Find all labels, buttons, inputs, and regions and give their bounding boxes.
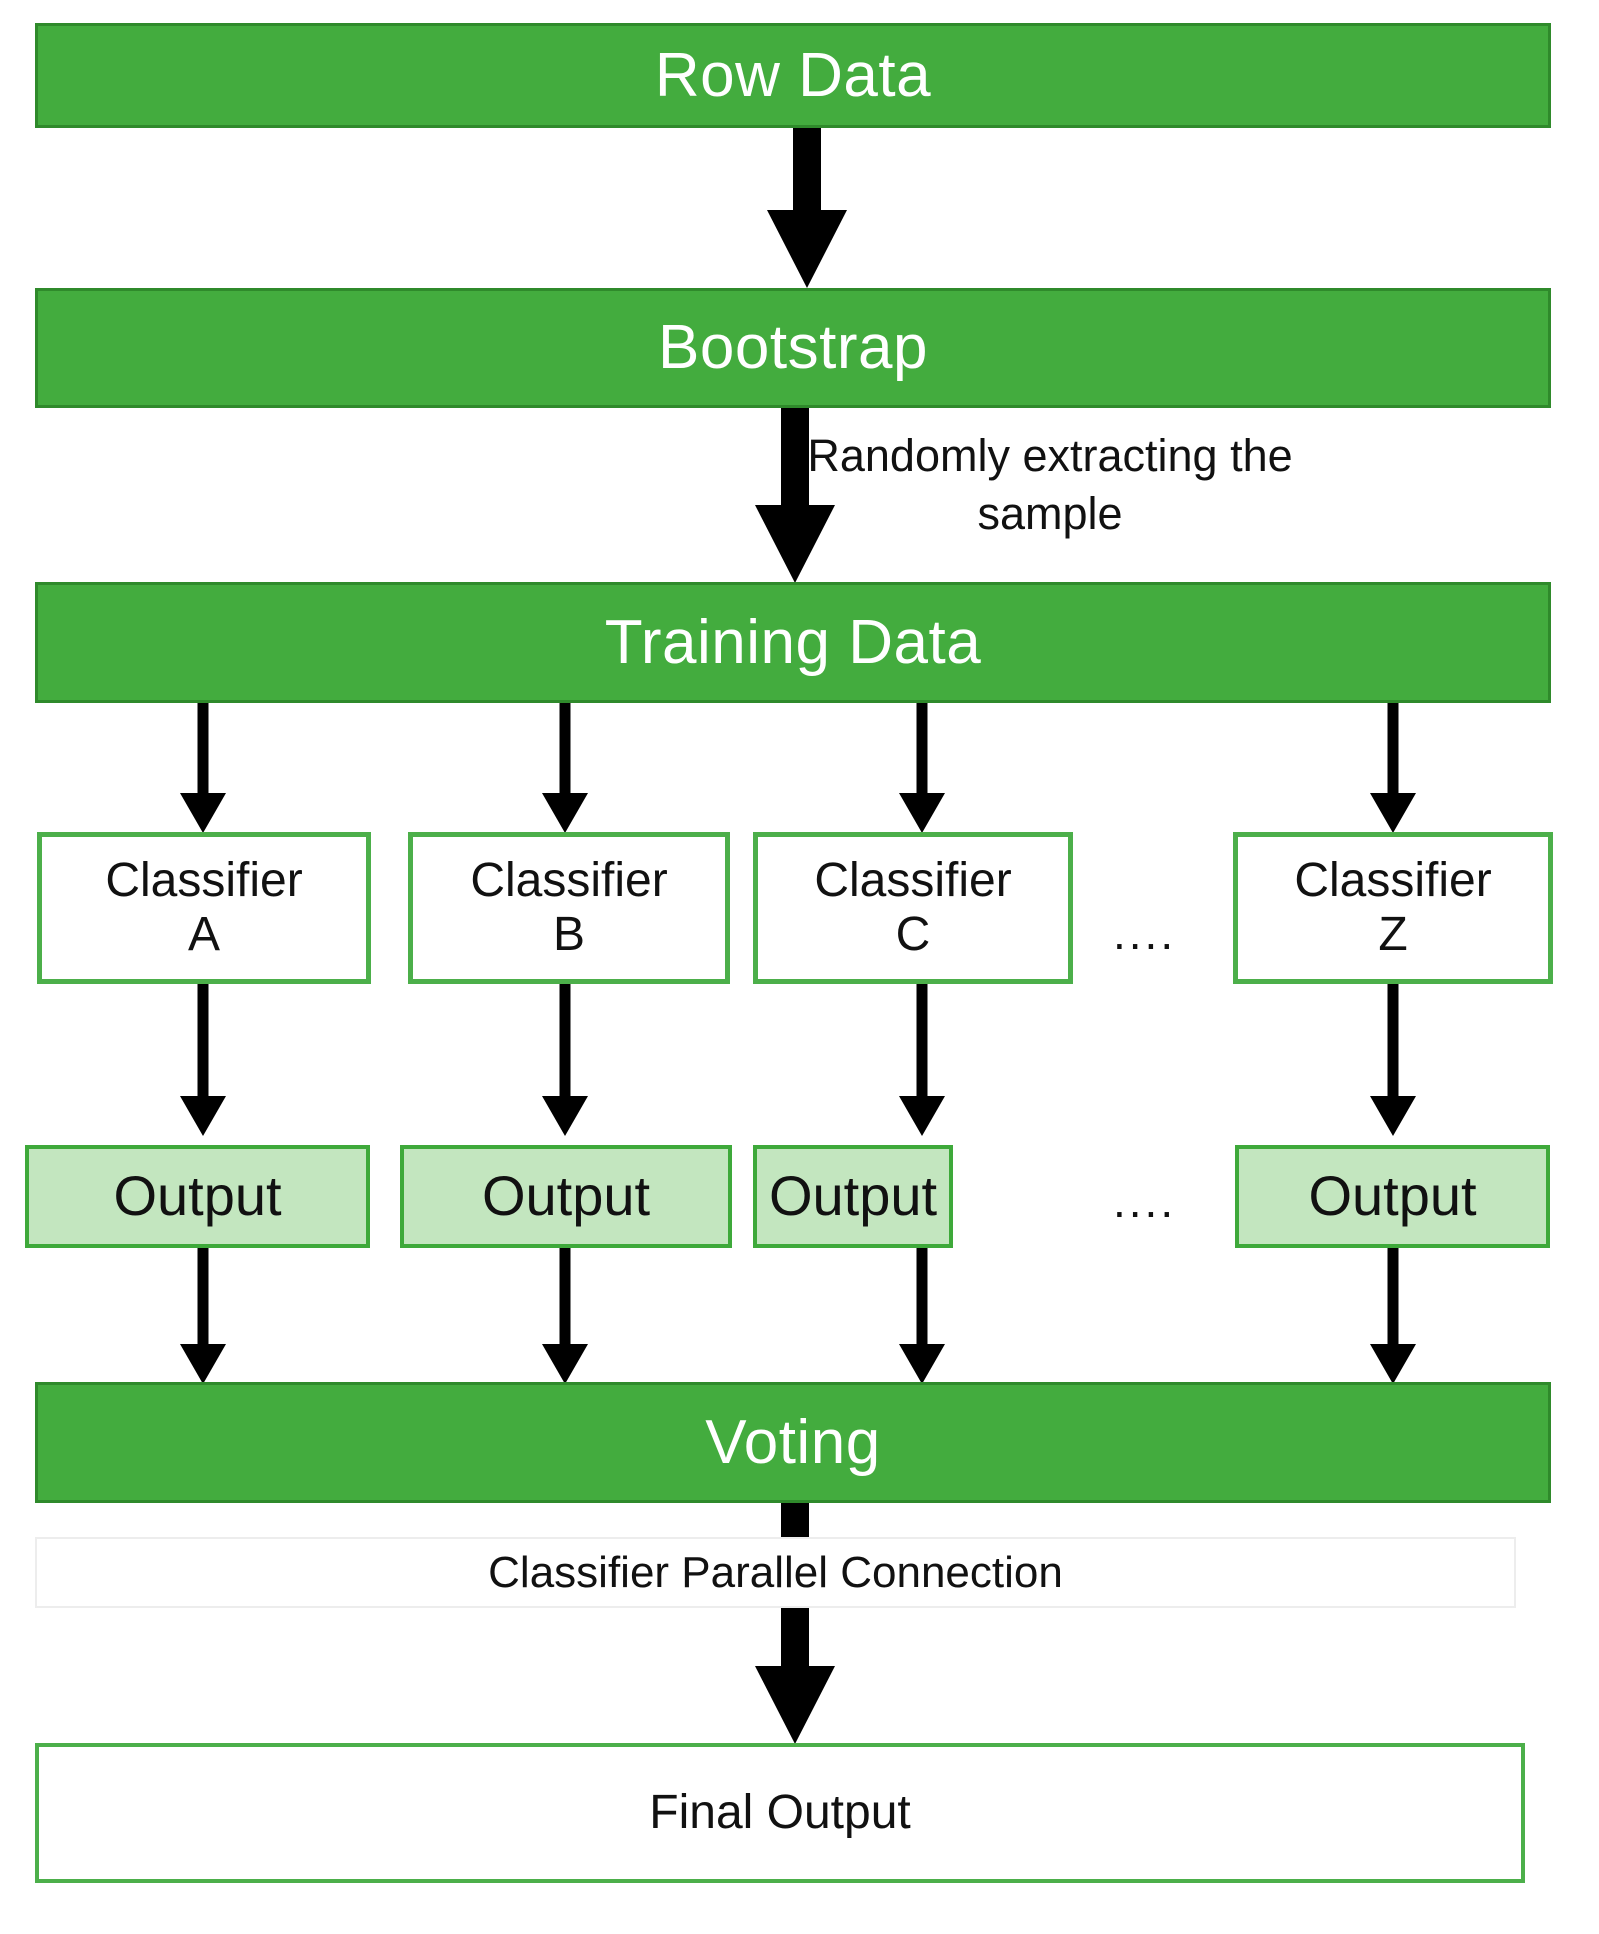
arrow-output-b-to-voting [540, 1248, 590, 1384]
arrow-parallel-connection-to-final-output [755, 1608, 835, 1744]
classifier-z-letter: Z [1378, 908, 1408, 961]
ellipsis-output-row: .... [1113, 1175, 1177, 1227]
node-bootstrap[interactable]: Bootstrap [35, 288, 1551, 408]
arrow-classifier-a-to-output-a [178, 984, 228, 1136]
arrow-row-data-to-bootstrap [767, 128, 847, 288]
arrow-classifier-c-to-output-c [897, 984, 947, 1136]
node-row-data-label: Row Data [654, 40, 932, 110]
connector-voting-to-parallel-connection [781, 1503, 809, 1539]
classifier-b-letter: B [552, 908, 585, 961]
output-a-label: Output [113, 1164, 282, 1228]
output-b-label: Output [481, 1164, 651, 1228]
node-output-a[interactable]: Output [25, 1145, 370, 1248]
node-output-b[interactable]: Output [400, 1145, 732, 1248]
node-voting[interactable]: Voting [35, 1382, 1551, 1503]
node-classifier-parallel-connection: Classifier Parallel Connection [35, 1537, 1516, 1608]
classifier-c-letter: C [895, 908, 931, 961]
parallel-connection-label: Classifier Parallel Connection [488, 1547, 1063, 1597]
node-classifier-c[interactable]: Classifier C [753, 832, 1073, 984]
classifier-c-name: Classifier [814, 854, 1012, 908]
node-classifier-a[interactable]: Classifier A [37, 832, 371, 984]
classifier-a-letter: A [187, 908, 220, 961]
arrow-classifier-z-to-output-z [1368, 984, 1418, 1136]
classifier-a-name: Classifier [105, 854, 303, 908]
node-output-z[interactable]: Output [1235, 1145, 1550, 1248]
node-final-output[interactable]: Final Output [35, 1743, 1525, 1883]
node-training-data[interactable]: Training Data [35, 582, 1551, 703]
arrow-classifier-b-to-output-b [540, 984, 590, 1136]
arrow-training-data-to-classifier-z [1368, 703, 1418, 833]
edge-label-randomly-extracting-sample: Randomly extracting the sample [807, 430, 1293, 539]
classifier-b-name: Classifier [470, 854, 668, 908]
arrow-training-data-to-classifier-c [897, 703, 947, 833]
arrow-output-a-to-voting [178, 1248, 228, 1384]
arrow-training-data-to-classifier-a [178, 703, 228, 833]
arrow-training-data-to-classifier-b [540, 703, 590, 833]
node-training-data-label: Training Data [604, 607, 982, 677]
arrow-output-c-to-voting [897, 1248, 947, 1384]
node-voting-label: Voting [705, 1407, 881, 1477]
node-classifier-b[interactable]: Classifier B [408, 832, 730, 984]
diagram-canvas: Row Data Bootstrap Randomly extracting t… [0, 0, 1599, 1934]
node-final-output-label: Final Output [649, 1786, 911, 1840]
node-row-data[interactable]: Row Data [35, 23, 1551, 128]
node-output-c[interactable]: Output [753, 1145, 953, 1248]
arrow-output-z-to-voting [1368, 1248, 1418, 1384]
ellipsis-classifier-row: .... [1113, 907, 1177, 959]
node-classifier-z[interactable]: Classifier Z [1233, 832, 1553, 984]
node-bootstrap-label: Bootstrap [658, 313, 928, 383]
classifier-z-name: Classifier [1294, 854, 1492, 908]
output-c-label: Output [768, 1164, 938, 1228]
output-z-label: Output [1308, 1164, 1477, 1228]
